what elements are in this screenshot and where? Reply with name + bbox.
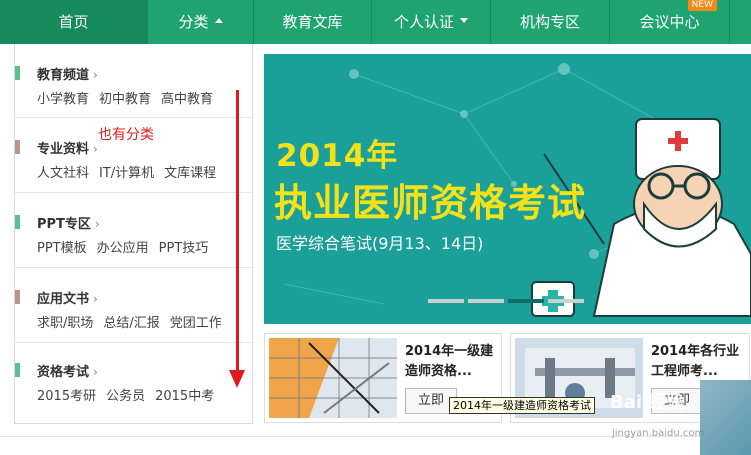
category-link[interactable]: 党团工作 — [170, 316, 222, 331]
watermark-url: jingyan.baidu.com — [612, 428, 705, 439]
nav-category[interactable]: 分类 — [148, 0, 254, 44]
category-link[interactable]: IT/计算机 — [99, 166, 154, 181]
category-title-text: 资格考试 — [37, 365, 90, 380]
category-marker — [15, 215, 20, 229]
promo-card-title[interactable]: 2014年各行业 工程师考... — [651, 342, 739, 382]
annotation-text: 也有分类 — [98, 127, 154, 143]
category-link[interactable]: 文库课程 — [164, 166, 216, 181]
carousel-dot-active[interactable] — [508, 299, 544, 303]
side-decoration — [700, 380, 751, 455]
nav-edu-library-label: 教育文库 — [282, 13, 343, 31]
promo-card-title-line: 造师资格... — [405, 364, 472, 379]
category-link[interactable]: 2015考研 — [37, 389, 96, 404]
banner-carousel[interactable]: 2014年 执业医师资格考试 医学综合笔试(9月13、14日) — [264, 54, 751, 324]
tooltip: 2014年一级建造师资格考试 — [449, 397, 595, 414]
nav-overflow — [730, 0, 751, 44]
nav-edu-library[interactable]: 教育文库 — [254, 0, 372, 44]
category-marker — [15, 290, 20, 304]
chevron-right-icon: › — [94, 217, 100, 231]
blueprint-image — [269, 338, 397, 418]
nav-home-label: 首页 — [58, 13, 89, 31]
category-link[interactable]: 公务员 — [106, 389, 145, 404]
category-documents: 应用文书 › 求职/职场 总结/汇报 党团工作 — [15, 268, 254, 343]
category-title-text: 教育频道 — [37, 68, 90, 83]
category-title[interactable]: 专业资料 › — [37, 138, 98, 157]
category-link[interactable]: 小学教育 — [37, 92, 89, 107]
category-exams: 资格考试 › 2015考研 公务员 2015中考 — [15, 343, 254, 423]
category-link[interactable]: PPT技巧 — [159, 241, 209, 256]
category-title[interactable]: 资格考试 › — [37, 361, 98, 380]
nav-meeting-center[interactable]: 会议中心 NEW — [610, 0, 730, 44]
category-title[interactable]: PPT专区 › — [37, 213, 100, 232]
nav-category-label: 分类 — [178, 13, 209, 31]
chevron-right-icon: › — [93, 365, 98, 379]
arrow-down-icon — [229, 370, 245, 388]
nav-meeting-center-label: 会议中心 — [639, 13, 700, 31]
category-link[interactable]: 办公应用 — [97, 241, 149, 256]
carousel-dot[interactable] — [468, 299, 504, 303]
category-links: 求职/职场 总结/汇报 党团工作 — [37, 312, 232, 331]
category-links: 2015考研 公务员 2015中考 — [37, 385, 224, 404]
category-link[interactable]: 高中教育 — [161, 92, 213, 107]
category-education: 教育频道 › 小学教育 初中教育 高中教育 — [15, 44, 254, 118]
category-title[interactable]: 应用文书 › — [37, 288, 98, 307]
category-title-text: PPT专区 — [37, 217, 91, 232]
category-marker — [15, 140, 20, 154]
top-nav: 首页 分类 教育文库 个人认证 机构专区 会议中心 NEW — [0, 0, 751, 44]
category-links: 人文社科 IT/计算机 文库课程 — [37, 162, 226, 181]
banner-title: 执业医师资格考试 — [274, 181, 587, 225]
chevron-right-icon: › — [93, 292, 98, 306]
annotation-arrow-line — [236, 90, 239, 372]
category-link[interactable]: PPT模板 — [37, 241, 87, 256]
divider — [0, 436, 700, 437]
nav-home[interactable]: 首页 — [0, 0, 148, 44]
carousel-dot[interactable] — [548, 299, 584, 303]
caret-up-icon — [214, 18, 223, 23]
category-marker — [15, 363, 20, 377]
category-link[interactable]: 总结/汇报 — [103, 316, 159, 331]
caret-down-icon — [460, 18, 468, 23]
nav-org-zone-label: 机构专区 — [519, 13, 580, 31]
carousel-indicators — [428, 299, 588, 303]
category-link[interactable]: 初中教育 — [99, 92, 151, 107]
category-links: 小学教育 初中教育 高中教育 — [37, 88, 223, 107]
category-link[interactable]: 人文社科 — [37, 166, 89, 181]
new-badge: NEW — [687, 0, 717, 11]
nav-org-zone[interactable]: 机构专区 — [491, 0, 610, 44]
category-title[interactable]: 教育频道 › — [37, 64, 98, 83]
chevron-right-icon: › — [93, 68, 98, 82]
banner-year: 2014年 — [276, 138, 399, 174]
category-marker — [15, 66, 20, 80]
promo-card-title[interactable]: 2014年一级建 造师资格... — [405, 342, 493, 382]
banner-subtitle: 医学综合笔试(9月13、14日) — [276, 234, 484, 253]
category-title-text: 应用文书 — [37, 292, 90, 307]
category-ppt: PPT专区 › PPT模板 办公应用 PPT技巧 — [15, 193, 254, 268]
category-panel: 教育频道 › 小学教育 初中教育 高中教育 专业资料 › 人文社科 IT/计算机 文库课程 … — [14, 44, 254, 424]
nav-personal-auth-label: 个人认证 — [393, 13, 454, 31]
category-link[interactable]: 求职/职场 — [37, 316, 93, 331]
category-title-text: 专业资料 — [37, 142, 90, 157]
nav-personal-auth[interactable]: 个人认证 — [372, 0, 491, 44]
carousel-dot[interactable] — [428, 299, 464, 303]
category-link[interactable]: 2015中考 — [155, 389, 214, 404]
chevron-right-icon: › — [93, 142, 98, 156]
promo-card-title-line: 2014年各行业 — [651, 344, 740, 359]
category-links: PPT模板 办公应用 PPT技巧 — [37, 237, 218, 256]
promo-card-title-line: 工程师考... — [651, 364, 718, 379]
promo-card-title-line: 2014年一级建 — [405, 344, 494, 359]
watermark-logo: Bai 经验 — [610, 392, 685, 413]
